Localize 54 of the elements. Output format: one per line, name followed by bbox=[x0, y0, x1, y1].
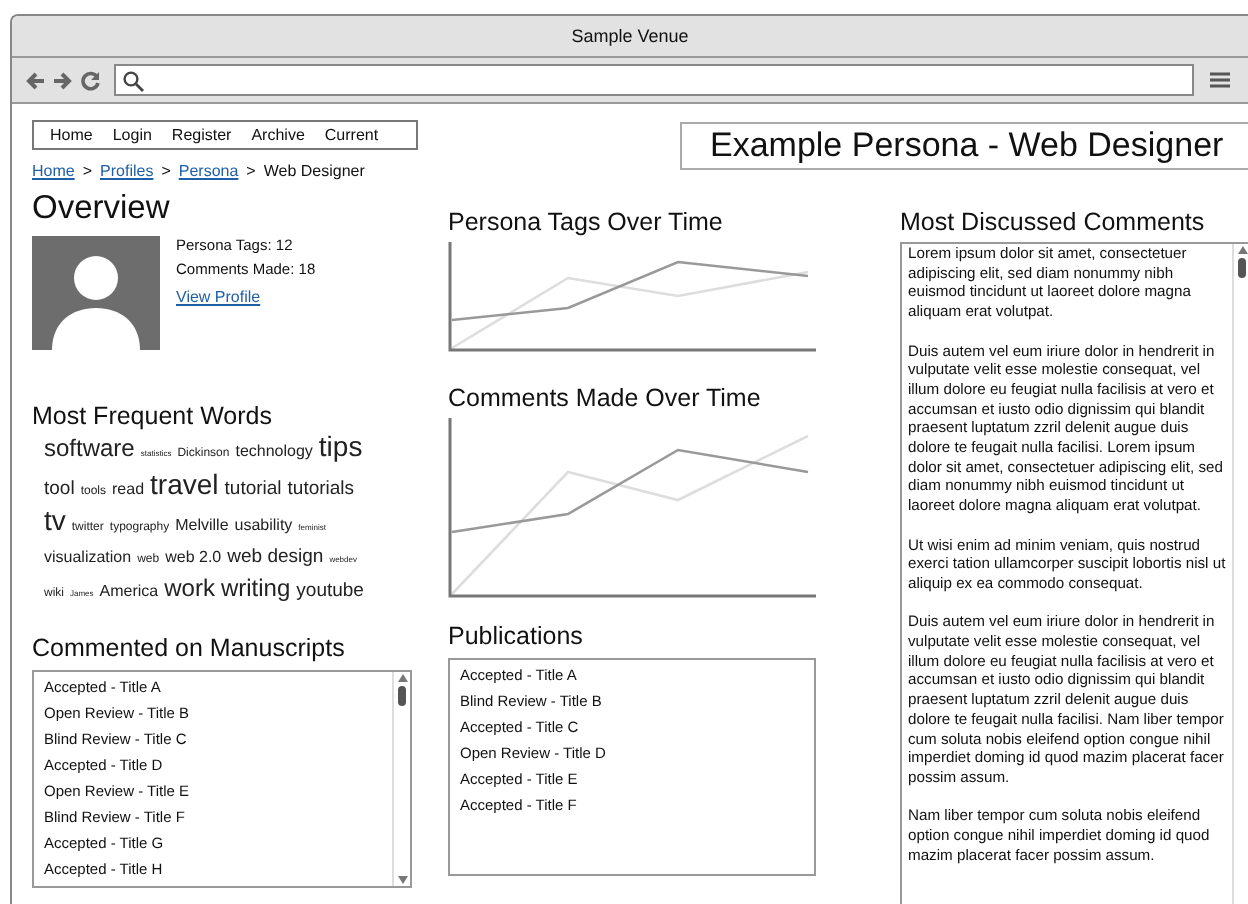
nav-link[interactable]: Login bbox=[112, 126, 152, 144]
nav-link[interactable]: Current bbox=[324, 126, 379, 144]
tag-word[interactable]: youtube bbox=[296, 578, 364, 608]
window-title: Sample Venue bbox=[571, 26, 689, 46]
section-heading: Publications bbox=[448, 622, 585, 650]
chart-title: Persona Tags Over Time bbox=[448, 208, 725, 236]
tag-word[interactable]: work bbox=[164, 574, 215, 604]
breadcrumb-current: Web Designer bbox=[263, 162, 365, 180]
view-profile-link[interactable]: View Profile bbox=[176, 288, 316, 306]
tag-word[interactable]: technology bbox=[235, 438, 313, 468]
tag-word[interactable]: tv bbox=[44, 506, 66, 536]
tag-word[interactable]: tips bbox=[318, 432, 363, 462]
scroll-thumb[interactable] bbox=[398, 685, 406, 706]
breadcrumb-separator: > bbox=[246, 162, 256, 180]
tag-word[interactable]: web design bbox=[227, 543, 324, 573]
avatar-icon bbox=[32, 236, 160, 350]
address-field[interactable] bbox=[114, 64, 1194, 96]
tag-word[interactable]: visualization bbox=[44, 543, 132, 573]
search-icon bbox=[122, 69, 144, 91]
breadcrumb-separator: > bbox=[161, 162, 171, 180]
back-icon[interactable] bbox=[24, 69, 46, 91]
tag-word[interactable]: software bbox=[44, 434, 135, 464]
nav-link[interactable]: Register bbox=[171, 126, 232, 144]
breadcrumb-link[interactable]: Persona bbox=[178, 162, 239, 180]
chart-title: Comments Made Over Time bbox=[448, 384, 763, 412]
up-arrow-icon bbox=[397, 673, 407, 682]
section-heading: Overview bbox=[32, 190, 172, 228]
up-arrow-icon bbox=[1237, 246, 1247, 254]
breadcrumb-link[interactable]: Home bbox=[32, 162, 75, 180]
tag-word[interactable]: read bbox=[112, 475, 145, 505]
tag-word[interactable]: tool bbox=[44, 475, 75, 505]
section-heading: Most Discussed Comments bbox=[900, 208, 1207, 236]
tag-word[interactable]: America bbox=[99, 578, 159, 608]
nav-link[interactable]: Home bbox=[50, 126, 93, 144]
breadcrumb-separator: > bbox=[82, 162, 93, 180]
tag-word[interactable]: usability bbox=[234, 512, 293, 542]
section-heading: Most Frequent Words bbox=[32, 402, 274, 430]
tag-word[interactable]: writing bbox=[220, 574, 291, 604]
menu-icon[interactable] bbox=[1210, 70, 1230, 90]
scroll-thumb[interactable] bbox=[1238, 258, 1246, 278]
nav-link[interactable]: Archive bbox=[251, 126, 305, 144]
down-arrow-icon bbox=[397, 875, 407, 884]
scrollbar[interactable] bbox=[392, 671, 410, 886]
forward-icon[interactable] bbox=[52, 69, 74, 91]
scrollbar[interactable] bbox=[1232, 244, 1248, 904]
page-title: Example Persona - Web Designer bbox=[680, 122, 1248, 170]
tag-word[interactable]: Melville bbox=[175, 512, 229, 542]
tag-word[interactable]: tutorial bbox=[224, 475, 282, 505]
breadcrumb-link[interactable]: Profiles bbox=[100, 162, 154, 180]
reload-icon[interactable] bbox=[80, 69, 102, 91]
tag-word[interactable]: travel bbox=[150, 469, 219, 499]
tag-word[interactable]: tutorials bbox=[287, 475, 355, 505]
tag-word[interactable]: web 2.0 bbox=[165, 543, 222, 573]
section-heading: Commented on Manuscripts bbox=[32, 633, 347, 662]
